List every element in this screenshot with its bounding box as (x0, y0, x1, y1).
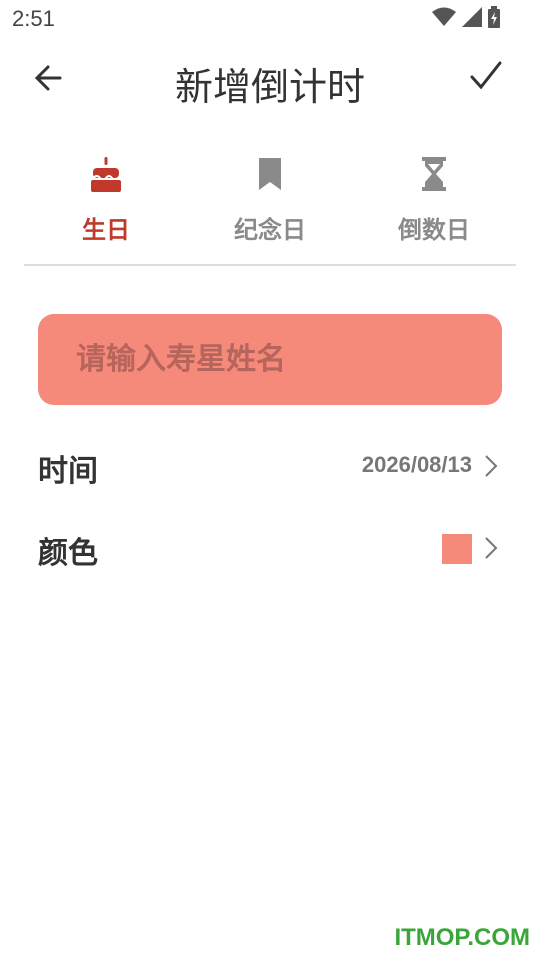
status-icons (432, 6, 500, 28)
toolbar: 新增倒计时 (0, 44, 540, 114)
time-row[interactable]: 时间 2026/08/13 (38, 436, 502, 496)
watermark: ITMOP.COM (394, 924, 530, 951)
tab-birthday[interactable]: 生日 (24, 150, 188, 264)
chevron-right-icon (485, 455, 498, 477)
tab-anniversary[interactable]: 纪念日 (188, 150, 352, 264)
tab-countdown[interactable]: 倒数日 (352, 150, 516, 264)
checkmark-icon (470, 61, 502, 90)
color-swatch[interactable] (442, 534, 472, 564)
color-label: 颜色 (38, 536, 98, 571)
wifi-icon (432, 7, 456, 26)
time-label: 时间 (38, 454, 98, 489)
page-title: 新增倒计时 (174, 65, 365, 109)
divider (24, 264, 516, 266)
time-value: 2026/08/13 (361, 452, 472, 477)
bookmark-icon (259, 158, 281, 190)
confirm-button[interactable] (468, 58, 504, 94)
type-tabs: 生日 纪念日 倒数日 (24, 150, 516, 264)
cake-icon (91, 157, 121, 192)
tab-label: 纪念日 (234, 216, 306, 244)
status-time: 2:51 (12, 6, 55, 31)
tab-label: 生日 (82, 216, 130, 244)
battery-icon (488, 6, 500, 28)
color-row[interactable]: 颜色 (38, 518, 502, 578)
hourglass-icon (422, 157, 446, 191)
chevron-right-icon (485, 537, 498, 559)
signal-icon (462, 7, 482, 27)
name-input[interactable] (38, 314, 502, 405)
status-bar: 2:51 (0, 0, 540, 38)
tab-label: 倒数日 (398, 216, 470, 244)
